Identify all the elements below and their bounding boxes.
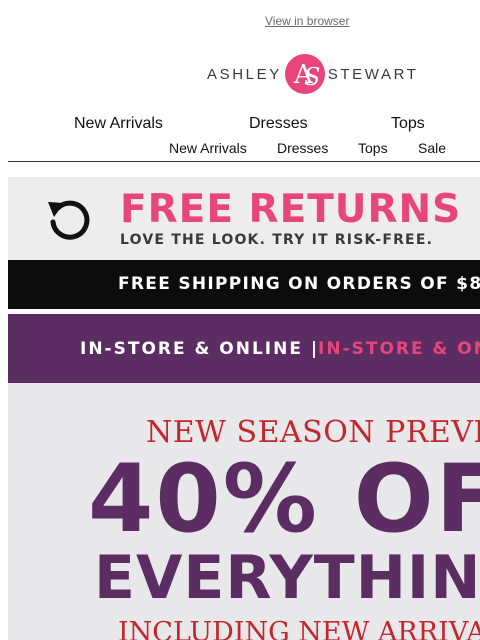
returns-headline: FREE RETURNS (120, 187, 462, 232)
nav-divider (8, 161, 480, 162)
return-arrow-icon (48, 200, 90, 240)
instore-text-white: IN-STORE & ONLINE | (80, 339, 320, 359)
svg-text:S: S (304, 63, 320, 91)
logo-monogram-icon: A S (284, 54, 325, 94)
instore-text-pink: IN-STORE & ONLINE (318, 339, 480, 359)
instore-online-banner[interactable]: IN-STORE & ONLINE | IN-STORE & ONLINE (8, 314, 480, 383)
subnav-dresses[interactable]: Dresses (277, 140, 328, 156)
shipping-text: FREE SHIPPING ON ORDERS OF $89 (118, 274, 480, 294)
subnav-tops[interactable]: Tops (358, 140, 388, 156)
view-in-browser-link[interactable]: View in browser (265, 14, 349, 28)
subnav-sale[interactable]: Sale (418, 140, 446, 156)
logo-word-right: STEWART (327, 65, 419, 83)
secondary-nav: New Arrivals Dresses Tops Sale (0, 140, 480, 156)
nav-tops[interactable]: Tops (391, 115, 425, 133)
hero-sale-banner[interactable]: NEW SEASON PREVIEW 40% OFF EVERYTHING IN… (8, 383, 480, 640)
free-returns-banner[interactable]: FREE RETURNS LOVE THE LOOK. TRY IT RISK-… (8, 177, 480, 260)
nav-new-arrivals[interactable]: New Arrivals (74, 115, 163, 133)
nav-dresses[interactable]: Dresses (249, 115, 308, 133)
primary-nav: New Arrivals Dresses Tops (0, 115, 480, 135)
logo-word-left: ASHLEY (207, 65, 282, 83)
subnav-new-arrivals[interactable]: New Arrivals (169, 140, 247, 156)
hero-headline: 40% OFF (88, 445, 480, 554)
hero-subheadline: EVERYTHING (94, 543, 480, 613)
hero-footnote: INCLUDING NEW ARRIVALS (118, 617, 480, 640)
brand-logo[interactable]: ASHLEY A S STEWART (207, 52, 416, 96)
returns-subline: LOVE THE LOOK. TRY IT RISK-FREE. (120, 232, 434, 248)
free-shipping-banner[interactable]: FREE SHIPPING ON ORDERS OF $89 (8, 260, 480, 309)
